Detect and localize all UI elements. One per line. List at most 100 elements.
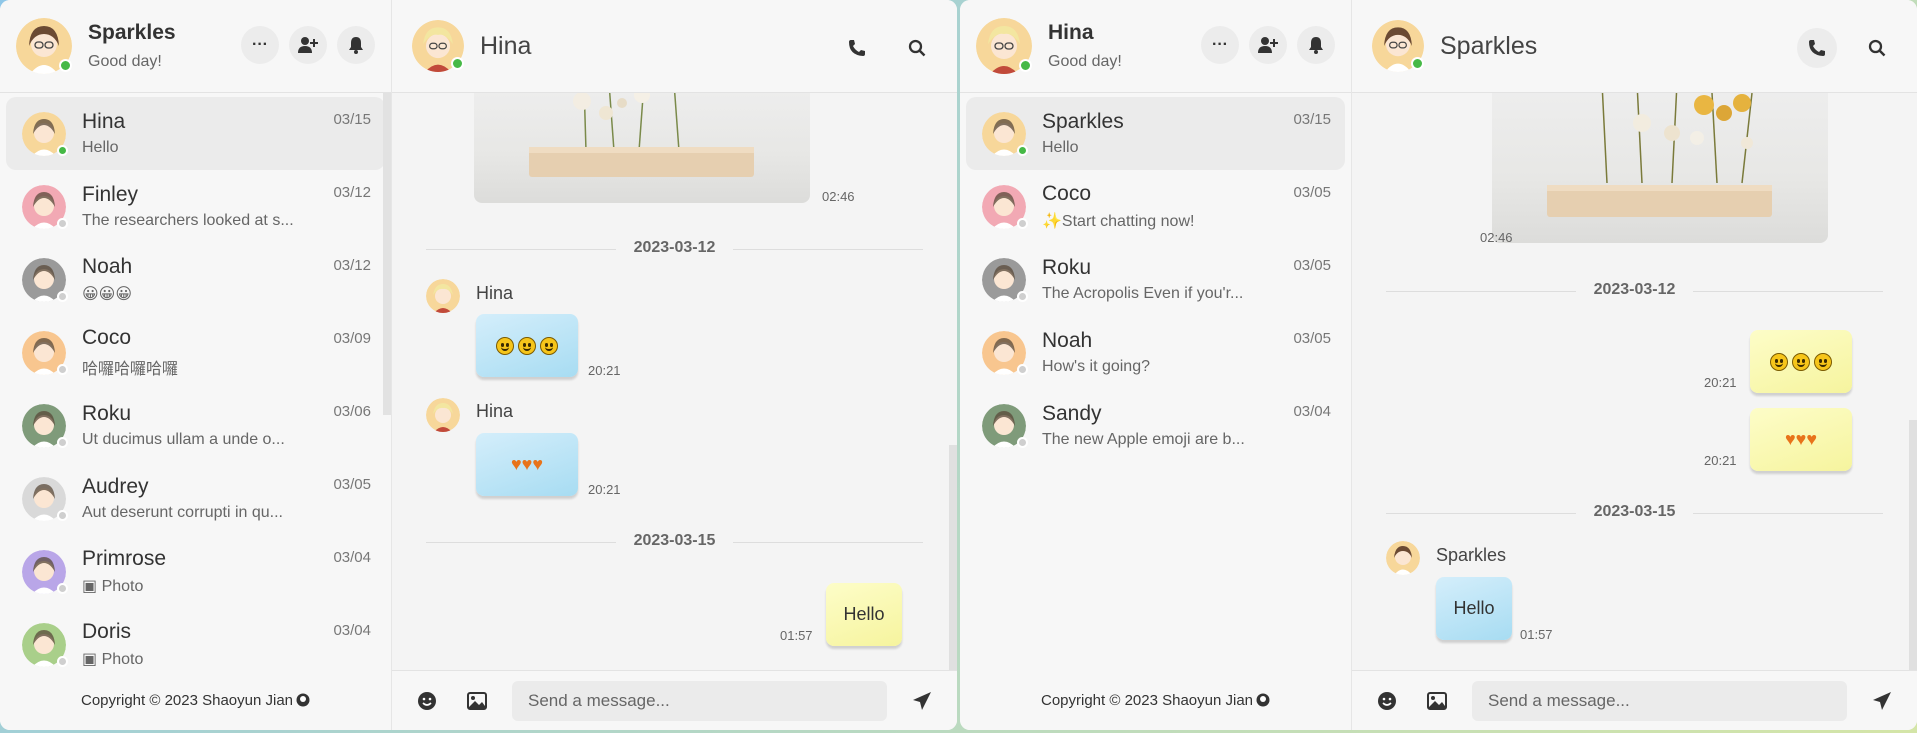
call-button[interactable] [837, 28, 877, 68]
bell-icon [349, 37, 363, 54]
contact-name: Roku [82, 402, 132, 425]
heart-emoji: ♥ [532, 454, 544, 474]
contact-item[interactable]: Primrose ▣ Photo 03/04 [6, 535, 385, 608]
contact-item[interactable]: Sandy The new Apple emoji are b... 03/04 [966, 389, 1345, 462]
message-input[interactable] [1472, 680, 1847, 721]
heart-emoji: ♥ [510, 454, 522, 474]
last-message: ✨Start chatting now! [1042, 211, 1333, 231]
github-icon[interactable] [296, 693, 310, 707]
more-button[interactable]: ··· [1201, 26, 1239, 64]
search-button[interactable] [1857, 28, 1897, 68]
status-indicator [1017, 217, 1028, 229]
grinning-emoji [1814, 352, 1832, 371]
status-indicator [1017, 290, 1028, 302]
my-avatar[interactable] [16, 18, 72, 74]
sender-avatar[interactable] [426, 398, 460, 432]
image-button[interactable] [462, 686, 492, 716]
status-indicator [57, 144, 68, 156]
contact-item[interactable]: Coco 哈囉哈囉哈囉 03/09 [6, 316, 385, 389]
sidebar-scrollbar[interactable] [383, 93, 391, 415]
contact-avatar[interactable] [1372, 20, 1424, 72]
online-indicator [59, 59, 72, 72]
more-icon: ··· [1212, 36, 1228, 53]
message-bubble[interactable] [476, 314, 578, 377]
contact-item[interactable]: Sparkles Hello 03/15 [966, 97, 1345, 170]
chat-title: Sparkles [1440, 31, 1538, 60]
contact-item[interactable]: Audrey Aut deserunt corrupti in qu... 03/0… [6, 462, 385, 535]
contact-item[interactable]: Finley The researchers looked at s... 03/1… [6, 170, 385, 243]
photo-message[interactable] [474, 93, 810, 203]
image-icon: ▣ [82, 578, 102, 595]
chat-scrollbar[interactable] [1909, 420, 1917, 670]
message-bubble-own[interactable]: Hello [826, 583, 902, 646]
call-button[interactable] [1797, 28, 1837, 68]
contact-name: Audrey [82, 475, 149, 498]
send-icon [1873, 691, 1891, 710]
sender-avatar[interactable] [1386, 541, 1420, 575]
add-user-button[interactable] [1249, 26, 1287, 64]
my-name: Hina [1048, 21, 1094, 44]
contact-avatar[interactable] [412, 20, 464, 72]
contact-item[interactable]: Roku Ut ducimus ullam a unde o... 03/06 [6, 389, 385, 462]
photo-message[interactable] [1492, 93, 1828, 243]
image-button[interactable] [1422, 686, 1452, 716]
last-message: ▣ Photo [82, 649, 373, 669]
smile-icon [418, 691, 436, 710]
last-message: The new Apple emoji are b... [1042, 431, 1333, 449]
notifications-button[interactable] [337, 26, 375, 64]
contact-item[interactable]: Doris ▣ Photo 03/04 [6, 608, 385, 670]
chat-scrollbar[interactable] [949, 445, 957, 670]
message-time: 20:21 [588, 482, 621, 497]
contact-date: 03/05 [333, 476, 371, 493]
github-icon[interactable] [1256, 693, 1270, 707]
message-bubble[interactable]: Hello [1436, 577, 1512, 640]
my-avatar[interactable] [976, 18, 1032, 74]
status-indicator [57, 217, 68, 229]
send-icon [913, 691, 931, 710]
contact-avatar [22, 549, 68, 594]
grinning-emoji [540, 336, 558, 355]
contact-item[interactable]: Hina Hello 03/15 [6, 97, 385, 170]
contact-avatar [982, 184, 1028, 229]
phone-icon [1809, 40, 1825, 56]
message-bubble-own[interactable]: ♥ ♥ ♥ [1750, 408, 1852, 471]
date-divider: 2023-03-15 [426, 532, 923, 552]
contact-date: 03/09 [333, 330, 371, 347]
search-icon [1868, 39, 1886, 57]
emoji-button[interactable] [1372, 686, 1402, 716]
contact-name: Coco [82, 326, 132, 349]
online-indicator [1411, 57, 1424, 70]
contact-item[interactable]: Noah How's it going? 03/05 [966, 316, 1345, 389]
contact-name: Primrose [82, 547, 167, 570]
emoji-button[interactable] [412, 686, 442, 716]
message-input[interactable] [512, 680, 887, 721]
last-message-text: Photo [101, 578, 144, 595]
heart-emoji: ♥ [521, 454, 533, 474]
chat-title: Hina [480, 31, 532, 60]
contact-name: Sparkles [1042, 110, 1124, 133]
status-indicator [57, 509, 68, 521]
search-button[interactable] [897, 28, 937, 68]
last-message-text: Aut deserunt corrupti in qu... [82, 504, 283, 521]
sender-avatar[interactable] [426, 279, 460, 313]
contact-avatar [22, 476, 68, 521]
contact-item[interactable]: Roku The Acropolis Even if you'r... 03/05 [966, 243, 1345, 316]
message-bubble[interactable]: ♥ ♥ ♥ [476, 433, 578, 496]
date-divider: 2023-03-12 [426, 239, 923, 259]
sidebar: Hina Good day! ··· Sparkles Hello 03/15 Coc… [960, 0, 1352, 730]
send-button[interactable] [907, 686, 937, 716]
contact-avatar [982, 330, 1028, 375]
contact-item[interactable]: Coco ✨Start chatting now! 03/05 [966, 170, 1345, 243]
contact-item[interactable]: Noah 😀😀😀 03/12 [6, 243, 385, 316]
more-button[interactable]: ··· [241, 26, 279, 64]
contact-avatar [982, 257, 1028, 302]
image-icon: ▣ [82, 651, 102, 668]
message-bubble-own[interactable] [1750, 330, 1852, 393]
send-button[interactable] [1867, 686, 1897, 716]
add-user-button[interactable] [289, 26, 327, 64]
notifications-button[interactable] [1297, 26, 1335, 64]
last-message-text: 哈囉哈囉哈囉 [82, 361, 179, 378]
last-message-text: 😀😀😀 [82, 286, 133, 303]
last-message: The researchers looked at s... [82, 212, 373, 230]
heart-emoji: ♥ [1806, 429, 1818, 449]
